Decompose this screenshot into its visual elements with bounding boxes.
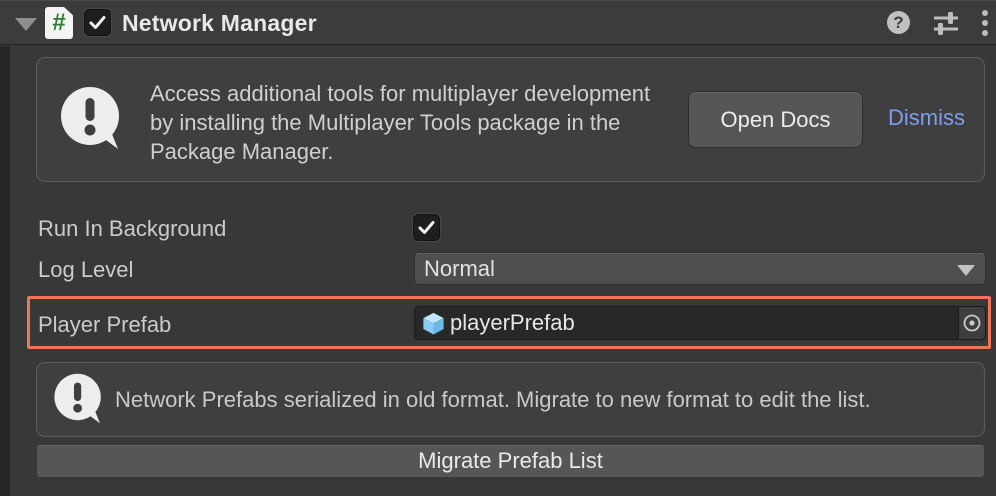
object-picker-icon xyxy=(963,314,981,332)
migrate-prefab-list-button[interactable]: Migrate Prefab List xyxy=(36,444,985,478)
header-actions: ? xyxy=(887,0,988,45)
log-level-label: Log Level xyxy=(38,257,134,282)
run-in-background-label: Run In Background xyxy=(38,216,227,241)
foldout-arrow-icon[interactable] xyxy=(15,18,37,31)
object-picker-button[interactable] xyxy=(958,307,985,339)
component-title: Network Manager xyxy=(122,10,317,36)
csharp-script-icon: # xyxy=(45,7,73,39)
chevron-down-icon xyxy=(957,265,975,276)
player-prefab-label: Player Prefab xyxy=(38,312,172,337)
warning-message: Network Prefabs serialized in old format… xyxy=(115,387,871,412)
log-level-value: Normal xyxy=(424,255,495,281)
player-prefab-object-field[interactable]: playerPrefab xyxy=(414,306,986,340)
run-in-background-checkbox[interactable] xyxy=(413,214,440,241)
info-bubble-icon xyxy=(52,372,108,435)
network-prefabs-warning: Network Prefabs serialized in old format… xyxy=(36,362,985,437)
more-menu-icon[interactable] xyxy=(982,9,988,36)
network-manager-inspector: # Network Manager ? Access additional to… xyxy=(0,0,996,496)
info-bubble-icon xyxy=(58,85,128,162)
banner-message: Access additional tools for multiplayer … xyxy=(150,81,651,164)
checkmark-icon xyxy=(418,221,435,234)
component-enabled-checkbox[interactable] xyxy=(84,9,111,36)
open-docs-button[interactable]: Open Docs xyxy=(688,91,863,148)
dismiss-link[interactable]: Dismiss xyxy=(888,105,965,131)
prefab-cube-icon xyxy=(423,312,444,335)
presets-icon[interactable] xyxy=(932,10,960,36)
multiplayer-tools-banner: Access additional tools for multiplayer … xyxy=(36,57,985,182)
component-header: # Network Manager ? xyxy=(0,0,996,45)
log-level-dropdown[interactable]: Normal xyxy=(414,252,986,285)
help-icon[interactable]: ? xyxy=(887,11,910,34)
player-prefab-value: playerPrefab xyxy=(450,310,575,335)
checkmark-icon xyxy=(89,16,106,29)
inspector-left-margin xyxy=(0,46,10,496)
